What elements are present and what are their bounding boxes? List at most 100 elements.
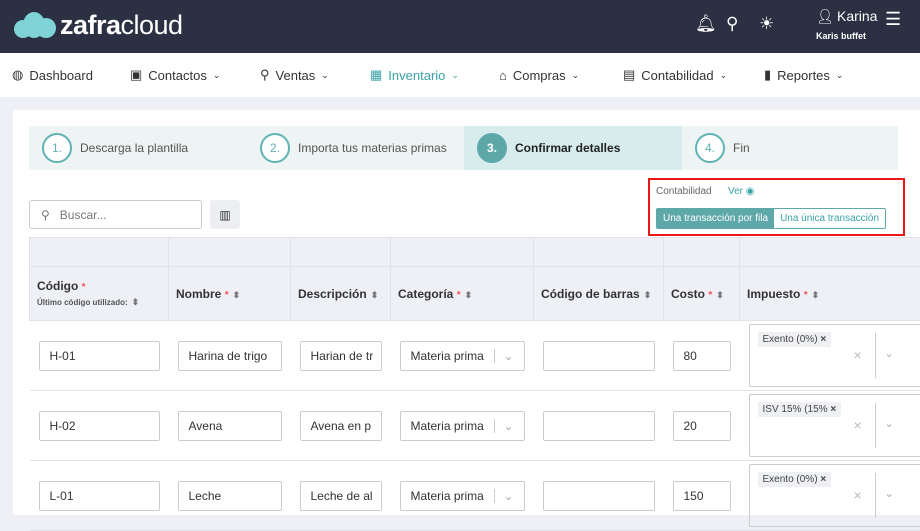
view-accounting-link[interactable]: Ver ◉ bbox=[728, 186, 755, 197]
nav-label: Contabilidad bbox=[641, 68, 713, 83]
remove-tag-icon[interactable]: × bbox=[820, 474, 826, 485]
sort-icon[interactable]: ⬍ bbox=[371, 290, 379, 300]
business-name: Karis buffet bbox=[816, 31, 877, 41]
sort-icon[interactable]: ⬍ bbox=[132, 297, 140, 307]
calculator-icon: ▤ bbox=[623, 67, 635, 83]
barcode-input[interactable] bbox=[543, 341, 655, 371]
step-4: 4.Fin bbox=[682, 126, 898, 170]
col-category[interactable]: Categoría *⬍ bbox=[391, 267, 534, 321]
name-input[interactable]: Harina de trigo bbox=[178, 341, 282, 371]
cost-input[interactable]: 150 bbox=[673, 481, 731, 511]
barcode-input[interactable] bbox=[543, 481, 655, 511]
sort-icon[interactable]: ⬍ bbox=[812, 290, 820, 300]
col-cost[interactable]: Costo *⬍ bbox=[664, 267, 740, 321]
chevron-down-icon[interactable]: ⌄ bbox=[885, 347, 894, 360]
nav-item-inventario[interactable]: ▦Inventario⌄ bbox=[370, 67, 459, 83]
columns-toggle-button[interactable]: ▥ bbox=[210, 200, 240, 229]
search-icon[interactable]: ⚲ bbox=[726, 14, 738, 34]
nav-item-contabilidad[interactable]: ▤Contabilidad⌄ bbox=[623, 67, 727, 83]
sort-icon[interactable]: ⬍ bbox=[465, 290, 473, 300]
category-select[interactable]: Materia prima⌄ bbox=[400, 481, 525, 511]
col-tax[interactable]: Impuesto *⬍ bbox=[740, 267, 920, 321]
code-input[interactable]: H-01 bbox=[39, 341, 160, 371]
dashboard-icon: ◍ bbox=[12, 67, 23, 83]
barcode-input[interactable] bbox=[543, 411, 655, 441]
clear-icon[interactable]: × bbox=[854, 347, 862, 363]
brand-suffix: cloud bbox=[121, 10, 183, 40]
category-value: Materia prima bbox=[411, 489, 484, 503]
nav-label: Inventario bbox=[388, 68, 445, 83]
nav-item-compras[interactable]: ⌂Compras⌄ bbox=[499, 68, 579, 83]
nav-item-dashboard[interactable]: ◍Dashboard bbox=[12, 67, 93, 83]
tax-tag: Exento (0%) × bbox=[758, 332, 832, 347]
hamburger-menu-icon[interactable]: ☰ bbox=[885, 9, 901, 30]
eye-icon: ◉ bbox=[746, 186, 755, 197]
chevron-down-icon[interactable]: ⌄ bbox=[885, 487, 894, 500]
contacts-icon: ▣ bbox=[130, 67, 142, 83]
category-select[interactable]: Materia prima⌄ bbox=[400, 341, 525, 371]
option-single[interactable]: Una única transacción bbox=[774, 209, 885, 228]
tax-multiselect[interactable]: Exento (0%) ××⌄ bbox=[749, 464, 920, 527]
col-description[interactable]: Descripción⬍ bbox=[291, 267, 391, 321]
col-code[interactable]: Código *Último código utilizado:⬍ bbox=[30, 267, 169, 321]
last-code-label: Último código utilizado: bbox=[37, 298, 128, 307]
top-header: zafracloud 🔔︎ ⚲ ☀ 👤︎Karina Karis buffet … bbox=[0, 0, 920, 53]
clear-icon[interactable]: × bbox=[854, 417, 862, 433]
accounting-options: Contabilidad Ver ◉ Una transacción por f… bbox=[648, 178, 905, 236]
step-label: Importa tus materias primas bbox=[298, 141, 447, 155]
transaction-mode-toggle: Una transacción por fila Una única trans… bbox=[656, 208, 886, 229]
description-input[interactable]: Avena en p bbox=[300, 411, 382, 441]
name-input[interactable]: Leche bbox=[178, 481, 282, 511]
description-input[interactable]: Harian de tr bbox=[300, 341, 382, 371]
option-per-row[interactable]: Una transacción por fila bbox=[657, 209, 774, 228]
view-label: Ver bbox=[728, 186, 743, 197]
category-select[interactable]: Materia prima⌄ bbox=[400, 411, 525, 441]
sort-icon[interactable]: ⬍ bbox=[716, 290, 724, 300]
code-input[interactable]: H-02 bbox=[39, 411, 160, 441]
chevron-down-icon: ⌄ bbox=[836, 70, 844, 81]
nav-label: Contactos bbox=[148, 68, 207, 83]
bell-icon[interactable]: 🔔︎ bbox=[695, 14, 717, 34]
main-nav: ◍Dashboard▣Contactos⌄⚲Ventas⌄▦Inventario… bbox=[0, 53, 920, 97]
clear-icon[interactable]: × bbox=[854, 487, 862, 503]
chevron-down-icon: ⌄ bbox=[494, 349, 513, 363]
remove-tag-icon[interactable]: × bbox=[820, 334, 826, 345]
cost-input[interactable]: 80 bbox=[673, 341, 731, 371]
description-input[interactable]: Leche de al bbox=[300, 481, 382, 511]
sales-icon: ⚲ bbox=[260, 67, 270, 83]
nav-item-reportes[interactable]: ▮Reportes⌄ bbox=[764, 67, 843, 83]
nav-item-ventas[interactable]: ⚲Ventas⌄ bbox=[260, 67, 329, 83]
search-icon: ⚲ bbox=[41, 208, 50, 222]
search-placeholder: Buscar... bbox=[60, 208, 107, 222]
cost-input[interactable]: 20 bbox=[673, 411, 731, 441]
remove-tag-icon[interactable]: × bbox=[830, 404, 836, 415]
tax-multiselect[interactable]: ISV 15% (15% ××⌄ bbox=[749, 394, 920, 457]
step-number: 1. bbox=[42, 133, 72, 163]
user-name: Karina bbox=[837, 8, 877, 24]
chevron-down-icon: ⌄ bbox=[321, 70, 329, 81]
col-name[interactable]: Nombre *⬍ bbox=[169, 267, 291, 321]
user-menu[interactable]: 👤︎Karina Karis buffet bbox=[816, 8, 877, 41]
chevron-down-icon[interactable]: ⌄ bbox=[885, 417, 894, 430]
table-row: L-01 Leche Leche de al Materia prima⌄ 15… bbox=[30, 461, 920, 531]
theme-sun-icon[interactable]: ☀ bbox=[759, 14, 774, 34]
cloud-logo-icon bbox=[14, 12, 56, 40]
search-input[interactable]: ⚲ Buscar... bbox=[29, 200, 202, 229]
step-label: Fin bbox=[733, 141, 750, 155]
category-value: Materia prima bbox=[411, 419, 484, 433]
nav-item-contactos[interactable]: ▣ Contactos ⌄ bbox=[130, 67, 220, 83]
chevron-down-icon: ⌄ bbox=[451, 70, 459, 81]
col-barcode[interactable]: Código de barras⬍ bbox=[534, 267, 664, 321]
sort-icon[interactable]: ⬍ bbox=[233, 290, 241, 300]
name-input[interactable]: Avena bbox=[178, 411, 282, 441]
step-number: 3. bbox=[477, 133, 507, 163]
step-number: 2. bbox=[260, 133, 290, 163]
step-3: 3.Confirmar detalles bbox=[464, 126, 682, 170]
sort-icon[interactable]: ⬍ bbox=[644, 290, 652, 300]
chevron-down-icon: ⌄ bbox=[213, 70, 221, 81]
code-input[interactable]: L-01 bbox=[39, 481, 160, 511]
import-stepper: 1.Descarga la plantilla2.Importa tus mat… bbox=[29, 126, 898, 170]
logo[interactable]: zafracloud bbox=[14, 10, 183, 41]
tax-multiselect[interactable]: Exento (0%) ××⌄ bbox=[749, 324, 920, 387]
brand-name: zafra bbox=[60, 10, 121, 40]
